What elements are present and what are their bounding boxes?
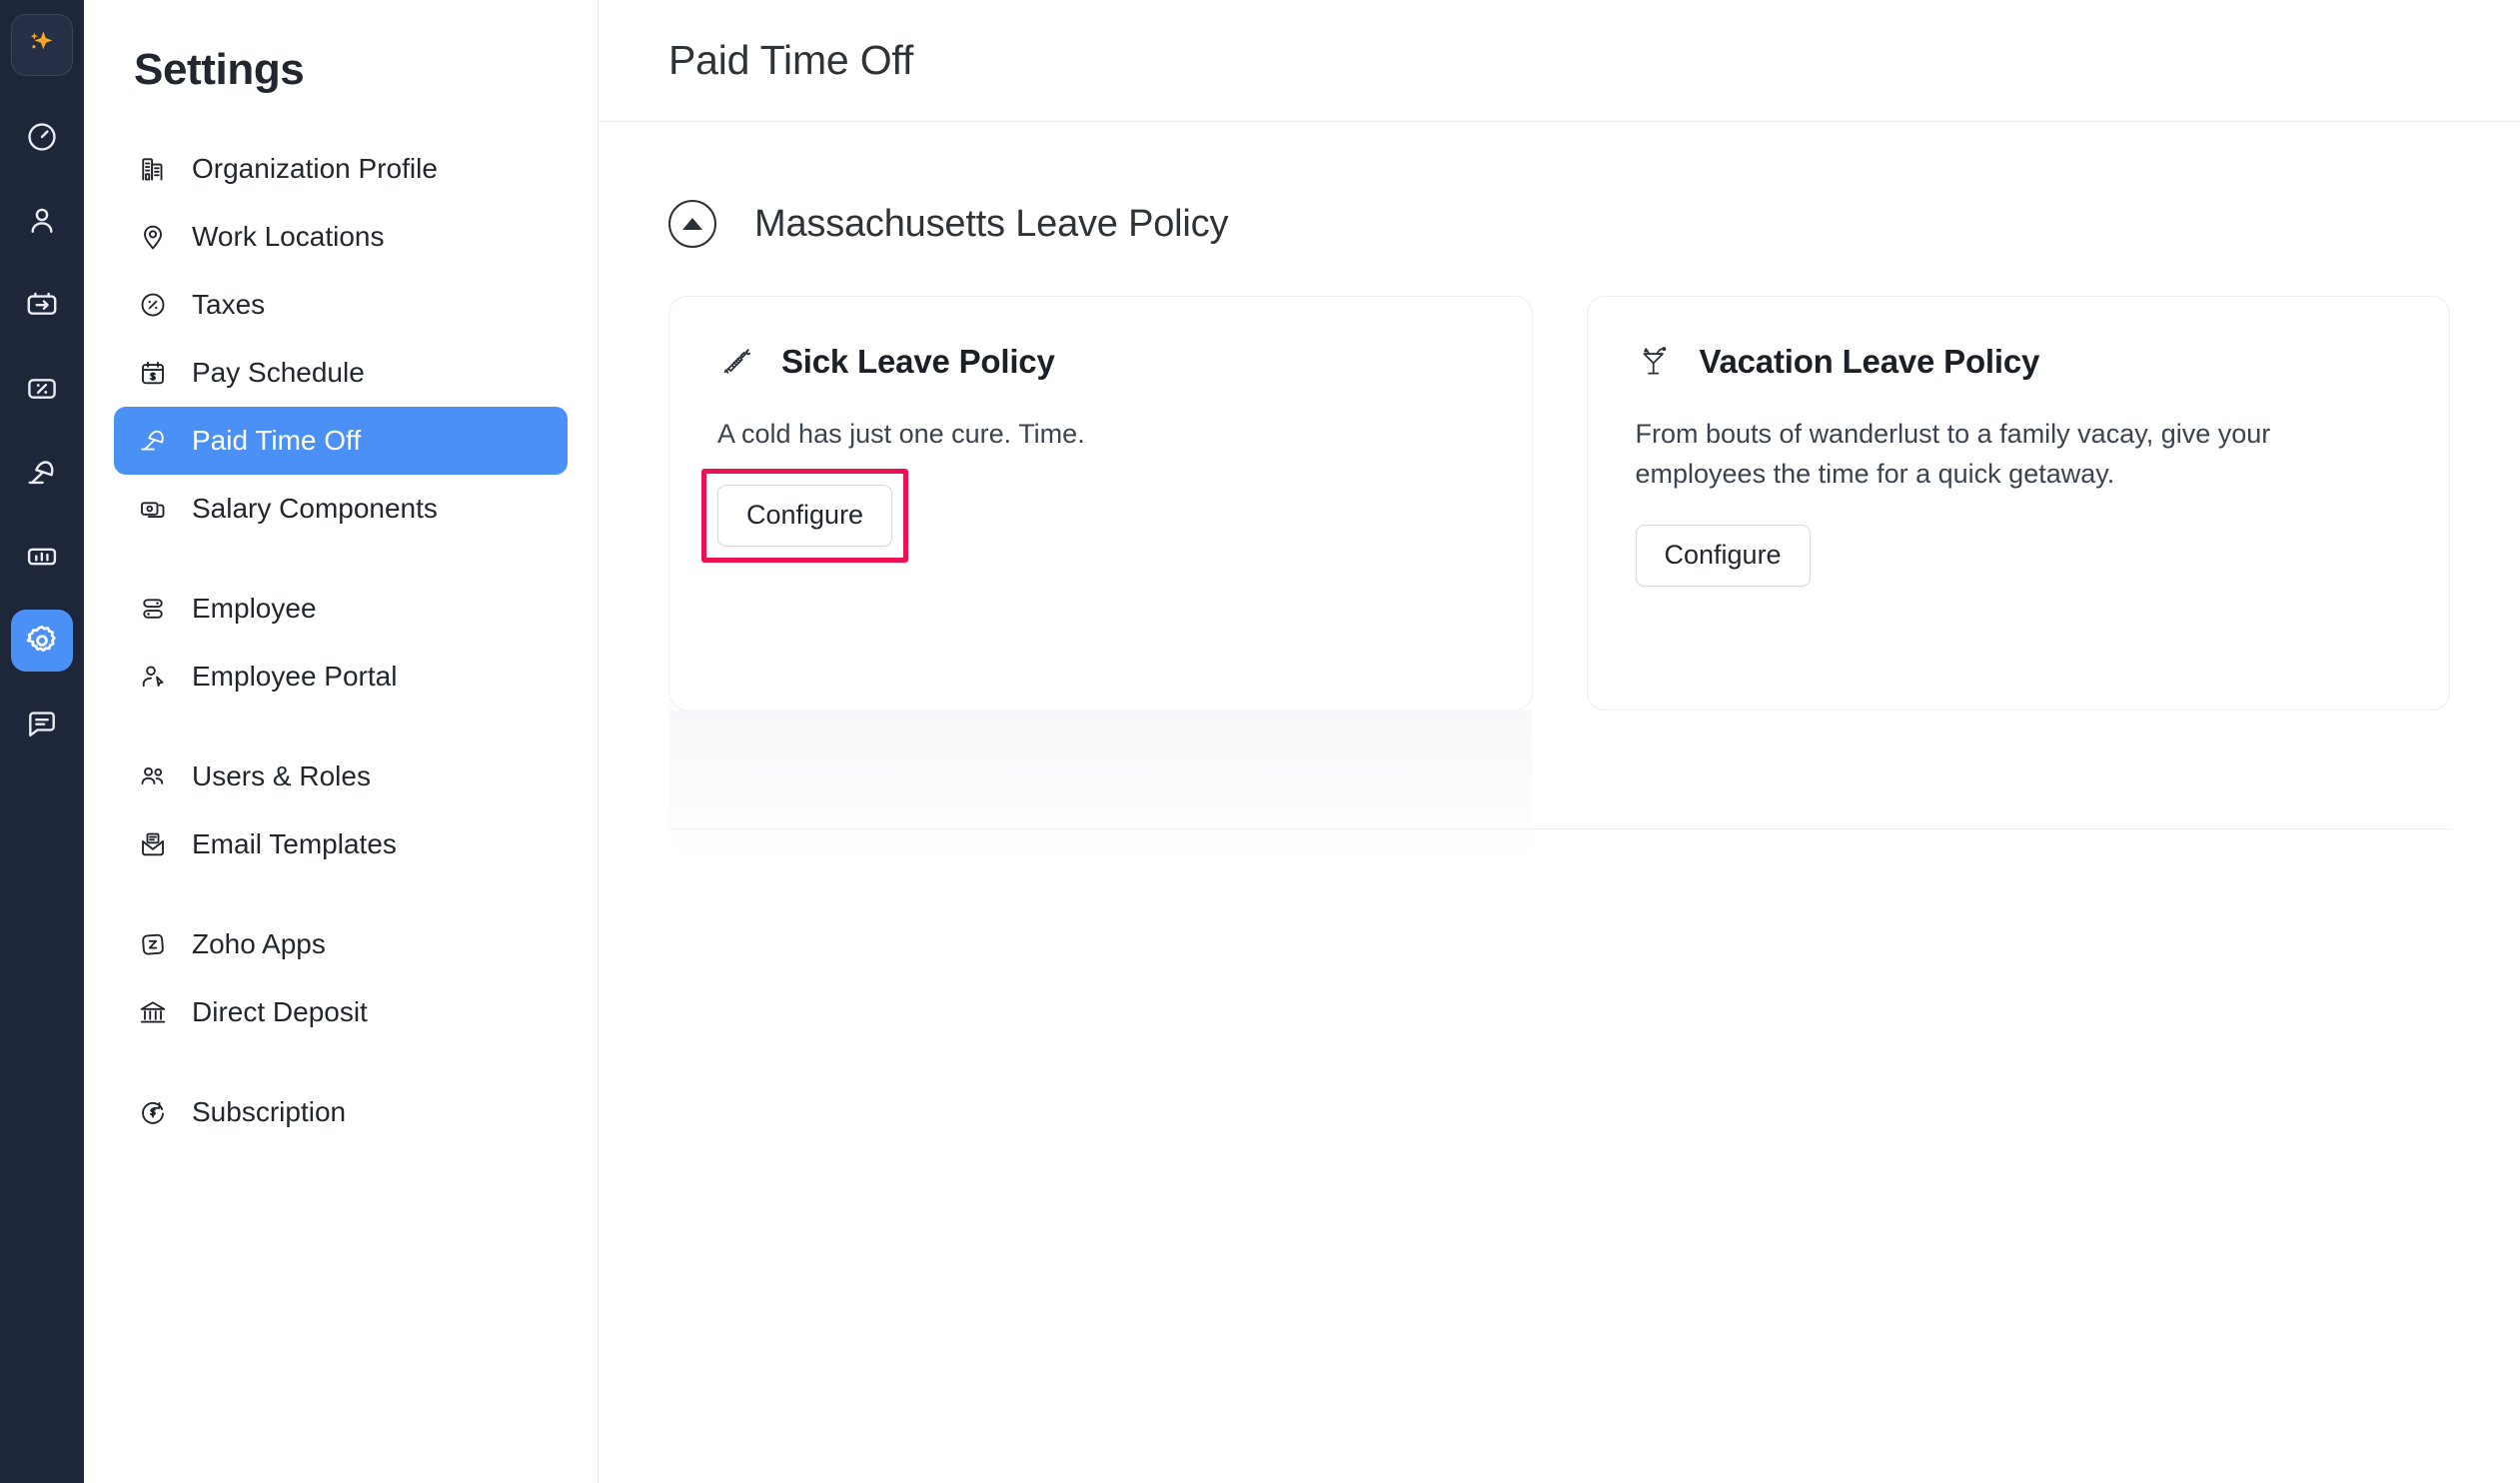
sidebar-item-organization-profile[interactable]: Organization Profile bbox=[114, 135, 568, 203]
sidebar-item-work-locations[interactable]: Work Locations bbox=[114, 203, 568, 271]
card-description: A cold has just one cure. Time. bbox=[717, 419, 1085, 449]
chat-icon[interactable] bbox=[11, 694, 73, 755]
policy-card-vacation-leave: Vacation Leave Policy From bouts of wand… bbox=[1586, 296, 2450, 711]
main-content: Paid Time Off Massachusetts Leave Policy bbox=[599, 0, 2520, 1483]
settings-title: Settings bbox=[134, 45, 305, 94]
nav-group-divider bbox=[114, 878, 568, 910]
card-header: Vacation Leave Policy bbox=[1636, 343, 2402, 381]
sidebar-item-users-and-roles[interactable]: Users & Roles bbox=[114, 742, 568, 810]
sidebar-item-label: Email Templates bbox=[192, 827, 397, 859]
sidebar-item-pay-schedule[interactable]: Pay Schedule bbox=[114, 339, 568, 407]
sidebar-item-label: Employee bbox=[192, 592, 317, 624]
card-header: Sick Leave Policy bbox=[717, 343, 1484, 381]
configure-button-wrapper: Configure bbox=[1635, 524, 1811, 587]
gear-icon[interactable] bbox=[11, 610, 73, 672]
sidebar-item-label: Taxes bbox=[192, 288, 266, 320]
bank-icon bbox=[136, 995, 170, 1029]
syringe-icon bbox=[717, 345, 755, 379]
nav-group-divider bbox=[114, 711, 568, 742]
nav-group-divider bbox=[114, 543, 568, 575]
sidebar-item-employee[interactable]: Employee bbox=[114, 575, 568, 643]
salary-cards-icon bbox=[136, 492, 170, 526]
settings-nav-list: Organization Profile Work Locations Taxe… bbox=[84, 135, 598, 1146]
sidebar-item-paid-time-off[interactable]: Paid Time Off bbox=[114, 406, 568, 475]
configure-button-wrapper: Configure bbox=[701, 468, 909, 563]
section-header: Massachusetts Leave Policy bbox=[668, 200, 2450, 248]
sidebar-item-zoho-apps[interactable]: Zoho Apps bbox=[114, 910, 568, 978]
subscription-dollar-icon bbox=[136, 1095, 170, 1129]
nav-group-divider bbox=[114, 1046, 568, 1078]
caret-up-glyph bbox=[682, 218, 702, 230]
organization-icon bbox=[136, 152, 170, 186]
beach-umbrella-icon bbox=[136, 424, 170, 458]
policy-cards-row: Sick Leave Policy A cold has just one cu… bbox=[668, 296, 2450, 859]
caret-up-circle-icon[interactable] bbox=[668, 200, 716, 248]
leave-policy-section: Massachusetts Leave Policy Sick Leave Po… bbox=[599, 200, 2520, 859]
users-group-icon bbox=[136, 759, 170, 793]
sidebar-item-label: Employee Portal bbox=[192, 660, 398, 692]
clock-icon[interactable] bbox=[11, 106, 73, 168]
pay-run-icon[interactable] bbox=[11, 274, 73, 336]
sidebar-item-label: Pay Schedule bbox=[192, 356, 365, 388]
app-root: Settings Organization Profile Work Locat… bbox=[0, 0, 2520, 1483]
card-shadow bbox=[669, 710, 1532, 859]
umbrella-icon[interactable] bbox=[11, 442, 73, 504]
sidebar-item-label: Users & Roles bbox=[192, 759, 371, 791]
page-title: Paid Time Off bbox=[668, 37, 914, 83]
sidebar-item-employee-portal[interactable]: Employee Portal bbox=[114, 643, 568, 711]
card-title: Sick Leave Policy bbox=[781, 343, 1055, 380]
sidebar-item-label: Subscription bbox=[192, 1095, 347, 1127]
sidebar-item-label: Organization Profile bbox=[192, 152, 438, 184]
percent-circle-icon bbox=[136, 288, 170, 322]
section-title: Massachusetts Leave Policy bbox=[754, 202, 1229, 245]
ai-sparkle-icon[interactable] bbox=[11, 14, 73, 76]
configure-button-sick-leave[interactable]: Configure bbox=[717, 484, 893, 547]
settings-sidebar: Settings Organization Profile Work Locat… bbox=[84, 0, 599, 1483]
zoho-apps-icon bbox=[136, 927, 170, 961]
map-pin-icon bbox=[136, 220, 170, 254]
tax-percent-icon[interactable] bbox=[11, 358, 73, 420]
sidebar-item-label: Work Locations bbox=[192, 220, 385, 252]
section-divider bbox=[668, 828, 2450, 829]
sidebar-item-label: Salary Components bbox=[192, 492, 438, 524]
sidebar-item-label: Direct Deposit bbox=[192, 995, 368, 1027]
sidebar-item-label: Zoho Apps bbox=[192, 927, 326, 959]
person-icon[interactable] bbox=[11, 190, 73, 252]
sidebar-item-salary-components[interactable]: Salary Components bbox=[114, 475, 568, 543]
sidebar-item-taxes[interactable]: Taxes bbox=[114, 271, 568, 339]
configure-button-vacation-leave[interactable]: Configure bbox=[1635, 524, 1811, 587]
bar-chart-icon[interactable] bbox=[11, 526, 73, 588]
calendar-dollar-icon bbox=[136, 356, 170, 390]
employee-rows-icon bbox=[136, 592, 170, 626]
policy-card-sick-leave: Sick Leave Policy A cold has just one cu… bbox=[668, 296, 1533, 859]
card-description: From bouts of wanderlust to a family vac… bbox=[1635, 419, 2271, 489]
sidebar-item-label: Paid Time Off bbox=[192, 424, 362, 456]
sidebar-item-subscription[interactable]: Subscription bbox=[114, 1078, 568, 1146]
card-title: Vacation Leave Policy bbox=[1699, 343, 2040, 380]
sidebar-item-email-templates[interactable]: Email Templates bbox=[114, 810, 568, 878]
person-cursor-icon bbox=[136, 660, 170, 694]
cocktail-icon bbox=[1636, 345, 1674, 379]
page-header: Paid Time Off bbox=[599, 0, 2520, 122]
email-template-icon bbox=[136, 827, 170, 861]
sidebar-item-direct-deposit[interactable]: Direct Deposit bbox=[114, 978, 568, 1046]
app-icon-rail bbox=[0, 0, 84, 1483]
